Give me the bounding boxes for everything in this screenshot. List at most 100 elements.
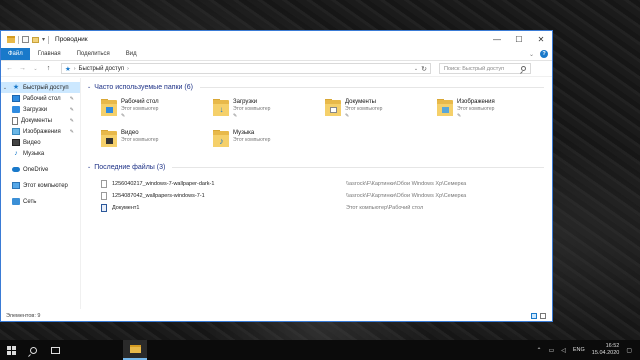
desktop-folder-icon xyxy=(101,99,117,117)
search-icon xyxy=(521,66,526,71)
file-path: \\asrock\F\Картинки\Обои Windows Xp\Семе… xyxy=(346,181,467,187)
tab-file[interactable]: Файл xyxy=(1,48,30,60)
pin-icon: ✎ xyxy=(345,113,350,119)
folder-icon xyxy=(129,345,141,353)
sidebar-item-downloads[interactable]: Загрузки ✎ xyxy=(1,104,80,115)
documents-icon xyxy=(12,116,18,125)
refresh-icon[interactable]: ↻ xyxy=(421,65,427,73)
folder-tile[interactable]: ♪ Музыка Этот компьютер xyxy=(213,128,325,154)
chevron-down-icon[interactable]: ⌄ xyxy=(87,164,91,170)
sidebar-item-desktop[interactable]: Рабочий стол ✎ xyxy=(1,93,80,104)
sidebar-item-label: Музыка xyxy=(23,150,45,157)
downloads-folder-icon: ↓ xyxy=(213,99,229,117)
folder-name: Загрузки xyxy=(233,99,258,105)
quick-access-toolbar: ▾ xyxy=(7,35,50,44)
chevron-down-icon[interactable]: ⌄ xyxy=(87,84,91,90)
new-folder-icon[interactable] xyxy=(32,36,39,43)
taskbar: ⌃ ▭ ◁ ENG 16:52 15.04.2020 ▢ xyxy=(0,340,640,360)
folder-tile[interactable]: Изображения Этот компьютер ✎ xyxy=(437,97,549,123)
frequent-folders-header[interactable]: ⌄ Часто используемые папки (6) xyxy=(87,82,552,92)
file-name: 1256040217_windows-7-wallpaper-dark-1 xyxy=(112,181,215,187)
group-title: Последние файлы (3) xyxy=(94,163,166,171)
help-button[interactable]: ? xyxy=(540,50,548,58)
folder-tile[interactable]: Рабочий стол Этот компьютер ✎ xyxy=(101,97,213,123)
explorer-window: ▾ Проводник — ☐ ✕ Файл Главная Поделитьс… xyxy=(0,30,553,322)
sidebar-item-onedrive[interactable]: OneDrive xyxy=(1,164,80,175)
window-controls: — ☐ ✕ xyxy=(486,31,552,48)
sidebar-item-music[interactable]: ♪ Музыка xyxy=(1,148,80,159)
maximize-button[interactable]: ☐ xyxy=(508,31,530,48)
folder-location: Этот компьютер xyxy=(233,106,271,112)
back-arrow-icon[interactable]: ← xyxy=(5,65,14,72)
tab-share[interactable]: Поделиться xyxy=(69,48,118,60)
sidebar-item-this-pc[interactable]: Этот компьютер xyxy=(1,180,80,191)
pin-icon: ✎ xyxy=(121,113,126,119)
sidebar-item-pictures[interactable]: Изображения ✎ xyxy=(1,126,80,137)
folder-location: Этот компьютер xyxy=(233,137,271,143)
folder-icon[interactable] xyxy=(7,36,15,43)
pin-icon: ✎ xyxy=(69,95,74,102)
folder-tile[interactable]: Видео Этот компьютер xyxy=(101,128,213,154)
navigation-pane: ⌄ ★ Быстрый доступ Рабочий стол ✎ Загруз… xyxy=(1,78,81,309)
list-item[interactable]: 1256040217_windows-7-wallpaper-dark-1 \\… xyxy=(101,178,552,190)
search-input[interactable]: Поиск: Быстрый доступ xyxy=(439,63,531,74)
task-view-button[interactable] xyxy=(44,340,66,360)
folder-location: Этот компьютер xyxy=(121,106,159,112)
large-icons-view-icon[interactable] xyxy=(540,313,546,319)
sidebar-item-documents[interactable]: Документы ✎ xyxy=(1,115,80,126)
chevron-down-icon[interactable]: ⌄ xyxy=(1,85,9,91)
breadcrumb-chevron-icon[interactable]: › xyxy=(74,66,76,72)
volume-icon[interactable]: ◁ xyxy=(561,347,566,354)
title-bar: ▾ Проводник — ☐ ✕ xyxy=(1,31,552,48)
folder-name: Изображения xyxy=(457,99,495,105)
notifications-icon[interactable]: ▢ xyxy=(626,347,632,354)
folder-name: Рабочий стол xyxy=(121,99,159,105)
network-icon[interactable]: ▭ xyxy=(549,347,555,354)
sidebar-item-label: Видео xyxy=(23,139,41,146)
tab-home[interactable]: Главная xyxy=(30,48,69,60)
tab-view[interactable]: Вид xyxy=(118,48,145,60)
taskbar-search-button[interactable] xyxy=(22,340,44,360)
image-file-icon xyxy=(101,192,107,200)
start-button[interactable] xyxy=(0,340,22,360)
content-pane: ⌄ Часто используемые папки (6) Рабочий с… xyxy=(81,78,552,309)
list-item[interactable]: 1254087042_wallpapers-windows-7-1 \\asro… xyxy=(101,190,552,202)
file-name: 1254087042_wallpapers-windows-7-1 xyxy=(112,193,205,199)
chevron-down-icon[interactable]: ▾ xyxy=(42,36,45,43)
quick-access-star-icon: ★ xyxy=(65,65,71,73)
details-view-icon[interactable] xyxy=(531,313,537,319)
folder-tile[interactable]: Документы Этот компьютер ✎ xyxy=(325,97,437,123)
up-arrow-icon[interactable]: ↑ xyxy=(44,65,53,72)
recent-locations-chevron-icon[interactable]: ⌄ xyxy=(31,66,40,72)
item-count: Элементов: 9 xyxy=(6,313,41,319)
recent-files-header[interactable]: ⌄ Последние файлы (3) xyxy=(87,162,552,172)
group-title: Часто используемые папки (6) xyxy=(94,83,193,91)
minimize-button[interactable]: — xyxy=(486,31,508,48)
window-title: Проводник xyxy=(55,36,88,43)
address-bar[interactable]: ★ › Быстрый доступ › ⌄ ↻ xyxy=(61,63,431,74)
pictures-folder-icon xyxy=(437,99,453,117)
chevron-up-icon[interactable]: ⌃ xyxy=(537,347,542,354)
sidebar-item-label: Документы xyxy=(21,117,52,124)
desktop-icon xyxy=(12,95,20,102)
documents-folder-icon xyxy=(325,99,341,117)
expand-ribbon-icon[interactable]: ⌄ xyxy=(529,51,534,58)
close-button[interactable]: ✕ xyxy=(530,31,552,48)
folder-tile[interactable]: ↓ Загрузки Этот компьютер ✎ xyxy=(213,97,325,123)
breadcrumb-quick-access[interactable]: Быстрый доступ xyxy=(79,66,125,72)
breadcrumb-chevron-icon[interactable]: › xyxy=(127,66,129,72)
sidebar-item-videos[interactable]: Видео xyxy=(1,137,80,148)
list-item[interactable]: Документ1 Этот компьютер\Рабочий стол xyxy=(101,202,552,214)
sidebar-item-network[interactable]: Сеть xyxy=(1,196,80,207)
forward-arrow-icon[interactable]: → xyxy=(18,65,27,72)
language-indicator[interactable]: ENG xyxy=(573,347,585,353)
clock[interactable]: 16:52 15.04.2020 xyxy=(592,343,620,357)
cloud-icon xyxy=(12,167,20,172)
properties-icon[interactable] xyxy=(22,36,29,43)
pin-icon: ✎ xyxy=(457,113,462,119)
sidebar-item-quick-access[interactable]: ⌄ ★ Быстрый доступ xyxy=(1,82,80,93)
address-dropdown-icon[interactable]: ⌄ xyxy=(414,66,418,72)
taskbar-file-explorer[interactable] xyxy=(123,340,147,360)
clock-date: 15.04.2020 xyxy=(591,350,620,356)
folder-name: Видео xyxy=(121,130,139,136)
